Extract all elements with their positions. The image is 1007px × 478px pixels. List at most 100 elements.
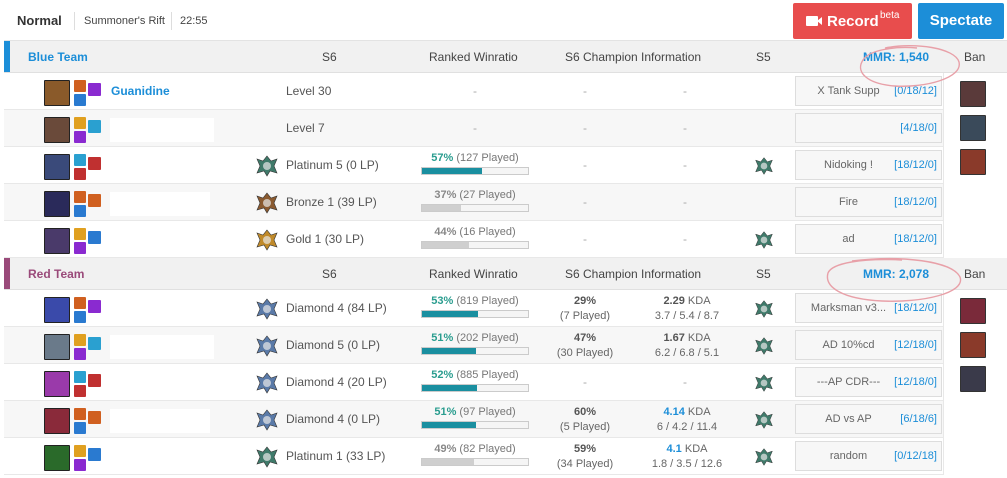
champion-winratio-percent: 29%	[573, 295, 597, 307]
banned-champion[interactable]	[960, 332, 986, 358]
champion-portrait[interactable]	[44, 297, 70, 323]
banned-champion[interactable]	[960, 149, 986, 175]
player-note[interactable]: Fire [18/12/0]	[795, 187, 942, 217]
player-note[interactable]: random [0/12/18]	[795, 441, 942, 471]
player-note[interactable]: AD 10%cd [12/18/0]	[795, 330, 942, 360]
banned-champion[interactable]	[960, 366, 986, 392]
champion-winratio-empty: -	[583, 195, 587, 209]
redacted-player-name	[110, 118, 214, 142]
player-note[interactable]: Nidoking ! [18/12/0]	[795, 150, 942, 180]
winratio-percent: 51%	[431, 332, 454, 344]
banned-champion[interactable]	[960, 298, 986, 324]
player-tier: Diamond 5 (0 LP)	[286, 338, 381, 352]
champion-portrait[interactable]	[44, 408, 70, 434]
champion-portrait[interactable]	[44, 334, 70, 360]
video-camera-icon	[806, 16, 822, 26]
keystone-icon	[88, 411, 101, 424]
player-note[interactable]: Marksman v3... [18/12/0]	[795, 293, 942, 323]
champion-kda: 4.14 KDA 6 / 4.2 / 11.4	[644, 405, 730, 435]
beta-badge: beta	[880, 10, 900, 21]
champion-kda-empty: -	[683, 375, 687, 389]
champion-winratio-empty: -	[583, 375, 587, 389]
player-row: Level 7 - - - [4/18/0]	[4, 110, 943, 147]
player-note[interactable]: AD vs AP [6/18/6]	[795, 404, 942, 434]
col-s5: S5	[756, 50, 771, 64]
redacted-player-name	[110, 192, 210, 216]
champion-portrait[interactable]	[44, 371, 70, 397]
player-row: Gold 1 (30 LP) 44% (16 Played) - - ad [18/12/…	[4, 221, 943, 258]
col-champion-info: S6 Champion Information	[565, 50, 702, 64]
player-tier: Level 7	[286, 121, 325, 135]
banned-champion[interactable]	[960, 81, 986, 107]
player-row: Diamond 4 (0 LP) 51% (97 Played) 60% (5 Pla…	[4, 401, 943, 438]
champion-kda: 4.1 KDA 1.8 / 3.5 / 12.6	[644, 442, 730, 472]
summoner-spell-icon	[74, 80, 86, 92]
champion-winratio-empty: -	[583, 121, 587, 135]
player-row: Platinum 1 (33 LP) 49% (82 Played) 59% (34 …	[4, 438, 943, 475]
player-name-link[interactable]: Guanidine	[111, 84, 170, 98]
winratio-played: (97 Played)	[456, 406, 516, 418]
summoner-spell-icon	[74, 348, 86, 360]
note-score: [6/18/6]	[900, 413, 937, 425]
col-ban: Ban	[964, 50, 986, 64]
col-s5: S5	[756, 267, 771, 281]
player-row: Guanidine Level 30 - - - X Tank Supp [0/18/12]	[4, 73, 943, 110]
keystone-icon	[88, 157, 101, 170]
champion-portrait[interactable]	[44, 117, 70, 143]
summoner-spell-icon	[74, 408, 86, 420]
winratio-bar	[421, 384, 529, 392]
champion-portrait[interactable]	[44, 445, 70, 471]
champion-portrait[interactable]	[44, 154, 70, 180]
champion-portrait[interactable]	[44, 191, 70, 217]
player-tier: Platinum 5 (0 LP)	[286, 158, 379, 172]
record-button[interactable]: Record beta	[793, 3, 912, 39]
col-s6: S6	[322, 50, 337, 64]
champion-games-played: (7 Played)	[559, 310, 611, 322]
keystone-icon	[88, 83, 101, 96]
record-label: Record	[827, 13, 879, 30]
champion-winratio: 60% (5 Played)	[545, 405, 625, 435]
champion-winratio-empty: -	[583, 158, 587, 172]
redacted-player-name	[110, 446, 214, 470]
player-note[interactable]: ad [18/12/0]	[795, 224, 942, 254]
player-note[interactable]: X Tank Supp [0/18/12]	[795, 76, 942, 106]
player-note[interactable]: [4/18/0]	[795, 113, 942, 143]
s5-tier-icon	[755, 374, 773, 392]
winratio-bar-fill	[422, 311, 479, 317]
team-color-bar	[4, 258, 10, 289]
col-ban: Ban	[964, 267, 986, 281]
champion-portrait[interactable]	[44, 228, 70, 254]
player-note[interactable]: ---AP CDR--- [12/18/0]	[795, 367, 942, 397]
keystone-icon	[88, 194, 101, 207]
champion-kda-empty: -	[683, 158, 687, 172]
ranked-winratio-empty: -	[473, 84, 477, 98]
note-text: ---AP CDR---	[816, 376, 881, 388]
spectate-button[interactable]: Spectate	[918, 3, 1004, 39]
col-ranked-winratio: Ranked Winratio	[429, 267, 518, 281]
player-tier: Gold 1 (30 LP)	[286, 232, 365, 246]
note-text: Marksman v3...	[810, 302, 887, 314]
kda-ratio: 4.1	[666, 443, 682, 455]
kda-suffix: KDA	[684, 332, 711, 344]
winratio-percent: 44%	[434, 226, 457, 238]
team-name: Blue Team	[28, 50, 88, 64]
mmr-value: MMR: 2,078	[862, 267, 930, 281]
keystone-icon	[88, 231, 101, 244]
banned-champion[interactable]	[960, 115, 986, 141]
keystone-icon	[88, 120, 101, 133]
winratio-bar-fill	[422, 205, 462, 211]
tier-badge-icon	[256, 335, 278, 357]
note-score: [18/12/0]	[894, 196, 937, 208]
note-text: ad	[842, 233, 855, 245]
summoner-spell-icon	[74, 154, 86, 166]
col-s6: S6	[322, 267, 337, 281]
note-score: [18/12/0]	[894, 233, 937, 245]
s5-tier-icon	[755, 300, 773, 318]
note-text: AD vs AP	[825, 413, 872, 425]
tier-badge-icon	[256, 298, 278, 320]
redacted-player-name	[110, 335, 214, 359]
keystone-icon	[88, 337, 101, 350]
champion-portrait[interactable]	[44, 80, 70, 106]
red-team-header: Red Team S6 Ranked Winratio S6 Champion …	[4, 257, 1007, 290]
kda-ratio: 2.29	[663, 295, 685, 307]
